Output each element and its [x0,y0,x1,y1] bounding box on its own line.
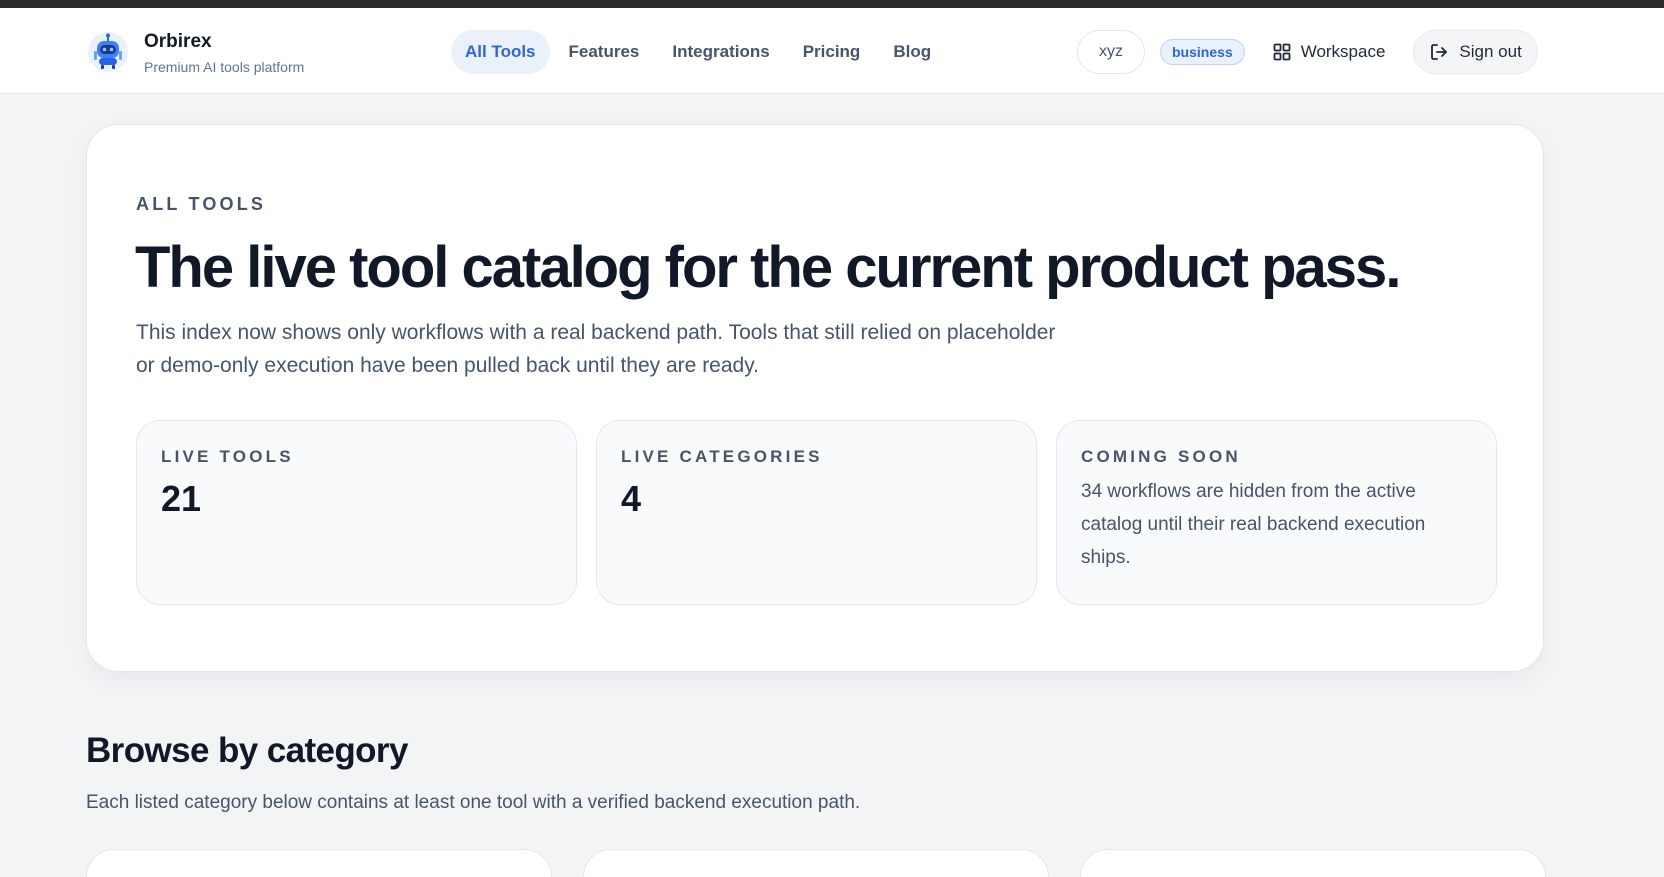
stat-card-live-tools: LIVE TOOLS 21 [136,420,577,605]
category-card[interactable] [583,849,1049,877]
hero-eyebrow: ALL TOOLS [136,194,267,214]
nav-link-integrations[interactable]: Integrations [658,30,783,74]
sign-out-icon [1431,44,1448,60]
category-card[interactable] [86,849,552,877]
hero-card: ALL TOOLS The live tool catalog for the … [86,124,1544,672]
brand-name: Orbirex [144,31,212,52]
workspace-label: Workspace [1300,42,1386,61]
nav-link-features[interactable]: Features [555,30,654,74]
category-cards [86,849,1546,877]
sign-out-button[interactable]: Sign out [1413,30,1538,74]
user-pill[interactable]: xyz [1077,30,1145,74]
browse-title: Browse by category [86,731,408,770]
top-navbar: Orbirex Premium AI tools platform All To… [0,8,1664,94]
primary-nav: All Tools Features Integrations Pricing … [451,30,950,74]
grid-icon [1273,43,1291,61]
category-card[interactable] [1080,849,1546,877]
sign-out-label: Sign out [1459,42,1522,61]
nav-link-all-tools[interactable]: All Tools [451,30,550,74]
stat-label: LIVE TOOLS [161,447,294,466]
workspace-link[interactable]: Workspace [1273,42,1386,62]
stat-value: 4 [621,478,642,519]
stats-row: LIVE TOOLS 21 LIVE CATEGORIES 4 COMING S… [136,420,1497,605]
account-controls: xyz business Workspace Sign out [1077,30,1538,74]
nav-link-pricing[interactable]: Pricing [789,30,875,74]
hero-description: This index now shows only workflows with… [136,321,1056,377]
stat-description: 34 workflows are hidden from the active … [1081,481,1426,568]
brand[interactable]: Orbirex Premium AI tools platform [86,30,304,76]
window-top-bar [0,0,1664,8]
brand-text: Orbirex Premium AI tools platform [144,30,304,76]
stat-label: COMING SOON [1081,447,1241,466]
stat-card-live-categories: LIVE CATEGORIES 4 [596,420,1037,605]
stat-card-coming-soon: COMING SOON 34 workflows are hidden from… [1056,420,1497,605]
stat-label: LIVE CATEGORIES [621,447,823,466]
brand-tagline: Premium AI tools platform [144,59,305,75]
plan-badge: business [1160,39,1245,65]
browse-subtitle: Each listed category below contains at l… [86,792,861,813]
nav-link-blog[interactable]: Blog [879,30,945,74]
hero-title: The live tool catalog for the current pr… [135,235,1401,300]
stat-value: 21 [161,478,202,519]
robot-icon [88,32,128,72]
